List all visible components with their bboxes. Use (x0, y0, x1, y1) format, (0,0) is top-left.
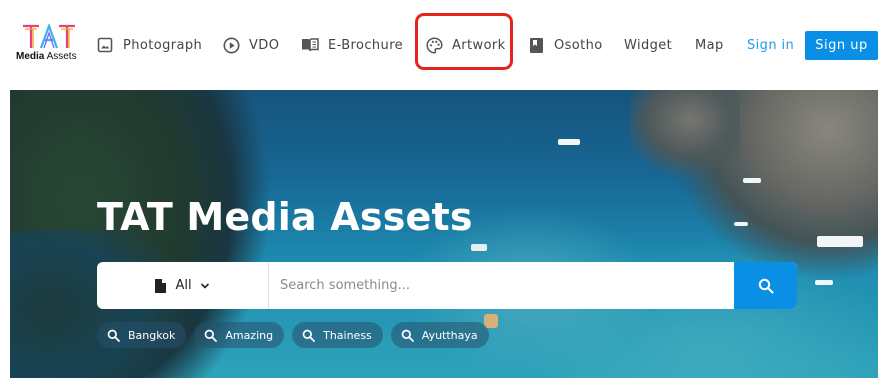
nav-vdo[interactable]: VDO (222, 32, 279, 58)
nav-vdo-label: VDO (249, 37, 280, 53)
tat-logo-mark (23, 24, 75, 49)
nav-map-label: Map (695, 37, 724, 53)
tat-media-assets-logo[interactable]: Media Assets (16, 24, 82, 64)
boat (817, 236, 863, 247)
popular-tags: Bangkok Amazing Thainess Ayutthaya (97, 322, 489, 348)
search-bar: All (97, 262, 797, 309)
top-navbar: Media Assets Photograph VDO E-Brochure A… (0, 0, 878, 90)
search-icon (401, 329, 414, 342)
bookmark-book-icon (527, 36, 545, 54)
chevron-down-icon (200, 282, 209, 289)
sign-in-link[interactable]: Sign in (747, 32, 794, 58)
nav-e-brochure-label: E-Brochure (328, 37, 404, 53)
category-select[interactable]: All (97, 262, 269, 309)
search-input[interactable] (280, 262, 730, 309)
boat (471, 244, 487, 251)
nav-e-brochure[interactable]: E-Brochure (301, 32, 403, 58)
tag-ayutthaya[interactable]: Ayutthaya (390, 322, 489, 348)
nav-photograph[interactable]: Photograph (96, 32, 202, 58)
boat (734, 222, 748, 226)
nav-map[interactable]: Map (695, 32, 724, 58)
image-icon (96, 36, 114, 54)
tag-label: Thainess (323, 328, 372, 342)
hero-banner: TAT Media Assets All Bangkok Amazing Tha… (10, 90, 878, 378)
nav-widget-label: Widget (624, 37, 673, 53)
play-circle-icon (222, 36, 240, 54)
hero-title: TAT Media Assets (97, 195, 473, 239)
book-open-icon (301, 36, 319, 54)
sign-up-button[interactable]: Sign up (805, 31, 878, 60)
logo-wordmark: Media Assets (16, 51, 77, 62)
search-icon (758, 278, 774, 294)
search-icon (302, 329, 315, 342)
search-icon (107, 329, 120, 342)
boat (743, 178, 761, 183)
tag-thainess[interactable]: Thainess (292, 322, 383, 348)
search-icon (204, 329, 218, 342)
nav-photograph-label: Photograph (123, 37, 203, 53)
tag-label: Amazing (225, 328, 274, 342)
nav-widget[interactable]: Widget (624, 32, 672, 58)
tag-bangkok[interactable]: Bangkok (97, 322, 187, 348)
search-button[interactable] (734, 262, 797, 309)
document-icon (155, 278, 167, 293)
boat (558, 139, 580, 145)
artwork-highlight-box (415, 13, 513, 70)
category-select-value: All (175, 278, 192, 293)
nav-osotho[interactable]: Osotho (527, 32, 603, 58)
tag-label: Bangkok (128, 328, 176, 342)
nav-osotho-label: Osotho (554, 37, 603, 53)
boat (815, 280, 833, 285)
tag-label: Ayutthaya (421, 328, 478, 342)
tag-amazing[interactable]: Amazing (194, 322, 285, 348)
